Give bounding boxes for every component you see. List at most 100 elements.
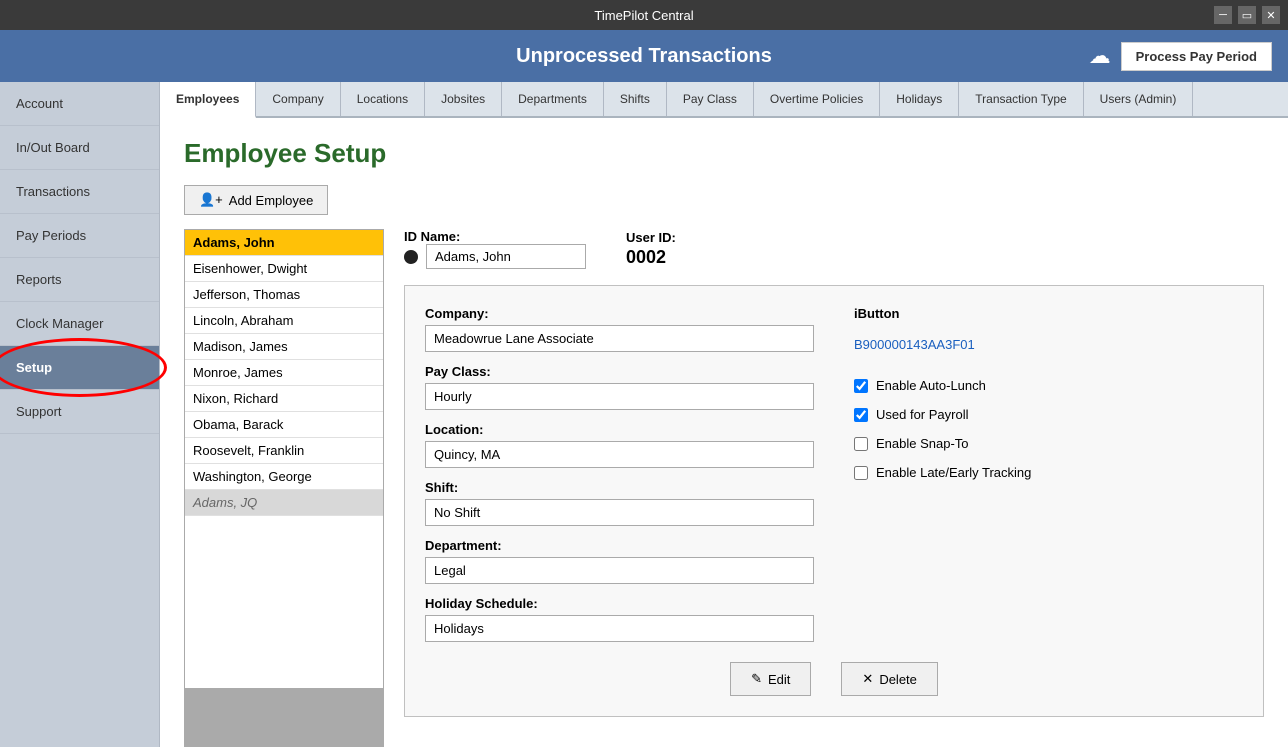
sidebar-item-support[interactable]: Support [0, 390, 159, 434]
header-bar: Unprocessed Transactions ☁ Process Pay P… [0, 30, 1288, 82]
department-field: Department: [425, 538, 814, 584]
id-input-wrap [404, 244, 586, 269]
delete-label: Delete [879, 672, 917, 687]
list-item[interactable]: Nixon, Richard [185, 386, 383, 412]
list-item[interactable]: Eisenhower, Dwight [185, 256, 383, 282]
content-area: Employees Company Locations Jobsites Dep… [160, 82, 1288, 747]
location-field: Location: [425, 422, 814, 468]
pay-class-label: Pay Class: [425, 364, 814, 379]
form-grid: Company: Pay Class: Location: [425, 306, 1243, 642]
employee-layout: Adams, John Eisenhower, Dwight Jefferson… [184, 229, 1264, 747]
company-input[interactable] [425, 325, 814, 352]
main-layout: Account In/Out Board Transactions Pay Pe… [0, 82, 1288, 747]
sidebar-item-transactions[interactable]: Transactions [0, 170, 159, 214]
maximize-button[interactable]: ▭ [1238, 6, 1256, 24]
app-title: TimePilot Central [594, 8, 693, 23]
sidebar-item-account[interactable]: Account [0, 82, 159, 126]
list-item[interactable]: Lincoln, Abraham [185, 308, 383, 334]
edit-icon: ✎ [751, 671, 762, 687]
company-label: Company: [425, 306, 814, 321]
location-label: Location: [425, 422, 814, 437]
location-input[interactable] [425, 441, 814, 468]
action-buttons: ✎ Edit ✕ Delete [425, 662, 1243, 696]
department-label: Department: [425, 538, 814, 553]
tab-overtimepolicies[interactable]: Overtime Policies [754, 82, 880, 116]
list-item[interactable]: Adams, JQ [185, 490, 383, 516]
right-column: iButton B900000143AA3F01 Enable Auto-Lun… [854, 306, 1243, 642]
sidebar-item-reports[interactable]: Reports [0, 258, 159, 302]
used-for-payroll-row: Used for Payroll [854, 407, 1243, 422]
sidebar-item-inout[interactable]: In/Out Board [0, 126, 159, 170]
list-item[interactable]: Jefferson, Thomas [185, 282, 383, 308]
pay-class-input[interactable] [425, 383, 814, 410]
edit-button[interactable]: ✎ Edit [730, 662, 811, 696]
enable-snap-to-row: Enable Snap-To [854, 436, 1243, 451]
enable-auto-lunch-label: Enable Auto-Lunch [876, 378, 986, 393]
page-title: Employee Setup [184, 138, 1264, 169]
tab-payclass[interactable]: Pay Class [667, 82, 754, 116]
minimize-button[interactable]: ─ [1214, 6, 1232, 24]
ibutton-value: B900000143AA3F01 [854, 337, 1243, 352]
tab-employees[interactable]: Employees [160, 82, 256, 118]
used-for-payroll-label: Used for Payroll [876, 407, 968, 422]
holiday-schedule-field: Holiday Schedule: [425, 596, 814, 642]
tab-usersadmin[interactable]: Users (Admin) [1084, 82, 1194, 116]
shift-field: Shift: [425, 480, 814, 526]
tab-company[interactable]: Company [256, 82, 340, 116]
close-button[interactable]: ✕ [1262, 6, 1280, 24]
sidebar-item-setup[interactable]: Setup [0, 346, 159, 390]
employee-detail: ID Name: User ID: 0002 [404, 229, 1264, 717]
page-content: Employee Setup 👤+ Add Employee Adams, Jo… [160, 118, 1288, 747]
enable-late-early-label: Enable Late/Early Tracking [876, 465, 1031, 480]
holiday-schedule-label: Holiday Schedule: [425, 596, 814, 611]
employee-list-container: Adams, John Eisenhower, Dwight Jefferson… [184, 229, 384, 747]
edit-label: Edit [768, 672, 790, 687]
enable-late-early-checkbox[interactable] [854, 466, 868, 480]
sidebar-item-clockmanager[interactable]: Clock Manager [0, 302, 159, 346]
shift-input[interactable] [425, 499, 814, 526]
detail-form-box: Company: Pay Class: Location: [404, 285, 1264, 717]
userid-value: 0002 [626, 247, 676, 268]
ibutton-label: iButton [854, 306, 1243, 321]
left-column: Company: Pay Class: Location: [425, 306, 814, 642]
delete-icon: ✕ [862, 671, 873, 687]
userid-section: User ID: 0002 [626, 230, 676, 268]
list-item[interactable]: Monroe, James [185, 360, 383, 386]
add-employee-label: Add Employee [229, 193, 314, 208]
holiday-schedule-input[interactable] [425, 615, 814, 642]
department-input[interactable] [425, 557, 814, 584]
enable-snap-to-label: Enable Snap-To [876, 436, 969, 451]
tabs-bar: Employees Company Locations Jobsites Dep… [160, 82, 1288, 118]
cloud-icon[interactable]: ☁ [1089, 43, 1111, 69]
shift-label: Shift: [425, 480, 814, 495]
ibutton-section: iButton B900000143AA3F01 [854, 306, 1243, 352]
title-bar: TimePilot Central ─ ▭ ✕ [0, 0, 1288, 30]
id-name-section: ID Name: [404, 229, 586, 269]
enable-auto-lunch-checkbox[interactable] [854, 379, 868, 393]
list-item[interactable]: Madison, James [185, 334, 383, 360]
window-controls: ─ ▭ ✕ [1214, 6, 1280, 24]
id-name-input[interactable] [426, 244, 586, 269]
sidebar-item-payperiods[interactable]: Pay Periods [0, 214, 159, 258]
sidebar: Account In/Out Board Transactions Pay Pe… [0, 82, 160, 747]
tab-jobsites[interactable]: Jobsites [425, 82, 502, 116]
tab-holidays[interactable]: Holidays [880, 82, 959, 116]
enable-snap-to-checkbox[interactable] [854, 437, 868, 451]
delete-button[interactable]: ✕ Delete [841, 662, 937, 696]
tab-shifts[interactable]: Shifts [604, 82, 667, 116]
header-right: ☁ Process Pay Period [1089, 42, 1272, 71]
list-item[interactable]: Obama, Barack [185, 412, 383, 438]
process-period-button[interactable]: Process Pay Period [1121, 42, 1272, 71]
list-item[interactable]: Roosevelt, Franklin [185, 438, 383, 464]
list-item[interactable]: Washington, George [185, 464, 383, 490]
enable-auto-lunch-row: Enable Auto-Lunch [854, 378, 1243, 393]
list-item[interactable]: Adams, John [185, 230, 383, 256]
userid-label: User ID: [626, 230, 676, 245]
pay-class-field: Pay Class: [425, 364, 814, 410]
tab-transactiontype[interactable]: Transaction Type [959, 82, 1083, 116]
id-row: ID Name: User ID: 0002 [404, 229, 1264, 269]
used-for-payroll-checkbox[interactable] [854, 408, 868, 422]
tab-departments[interactable]: Departments [502, 82, 604, 116]
tab-locations[interactable]: Locations [341, 82, 425, 116]
add-employee-button[interactable]: 👤+ Add Employee [184, 185, 328, 215]
